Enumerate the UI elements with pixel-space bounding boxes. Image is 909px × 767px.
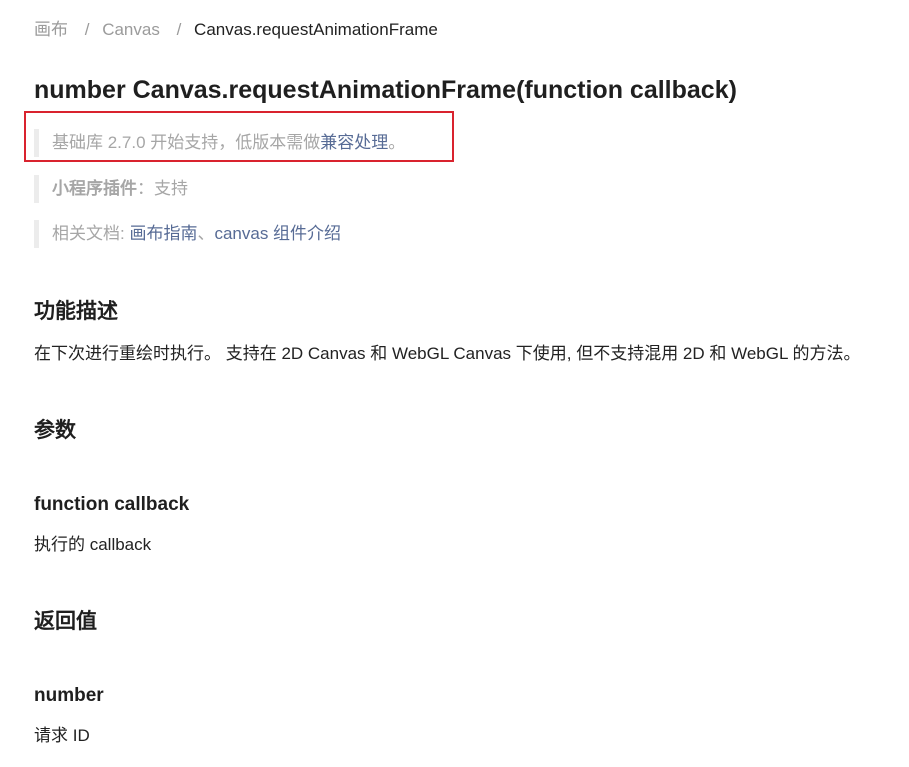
return-desc: 请求 ID	[34, 726, 90, 745]
return-type: number	[34, 685, 104, 706]
breadcrumb: 画布 / Canvas / Canvas.requestAnimationFra…	[34, 19, 438, 41]
plugin-colon: ：	[137, 179, 154, 198]
plugin-support-note: 小程序插件：支持	[34, 175, 188, 203]
param-callback-name: function callback	[34, 494, 190, 515]
plugin-label: 小程序插件	[52, 179, 137, 198]
breadcrumb-separator: /	[176, 20, 182, 39]
highlight-box	[24, 111, 454, 162]
breadcrumb-item-canvas-cn[interactable]: 画布	[34, 20, 68, 39]
description-text: 在下次进行重绘时执行。 支持在 2D Canvas 和 WebGL Canvas…	[34, 344, 861, 363]
description-heading: 功能描述	[34, 300, 118, 323]
param-callback-desc: 执行的 callback	[34, 535, 152, 554]
breadcrumb-item-canvas[interactable]: Canvas	[102, 20, 160, 39]
return-heading: 返回值	[34, 610, 97, 633]
related-docs-label: 相关文档:	[52, 224, 130, 243]
page-title: number Canvas.requestAnimationFrame(func…	[34, 76, 737, 104]
params-heading: 参数	[34, 419, 76, 442]
canvas-component-link[interactable]: canvas 组件介绍	[214, 224, 341, 243]
breadcrumb-item-current: Canvas.requestAnimationFrame	[194, 20, 438, 39]
canvas-guide-link[interactable]: 画布指南	[129, 224, 197, 243]
plugin-value: 支持	[154, 179, 188, 198]
related-docs-separator: 、	[197, 224, 215, 243]
related-docs-note: 相关文档: 画布指南、canvas 组件介绍	[34, 220, 341, 248]
breadcrumb-separator: /	[84, 20, 90, 39]
